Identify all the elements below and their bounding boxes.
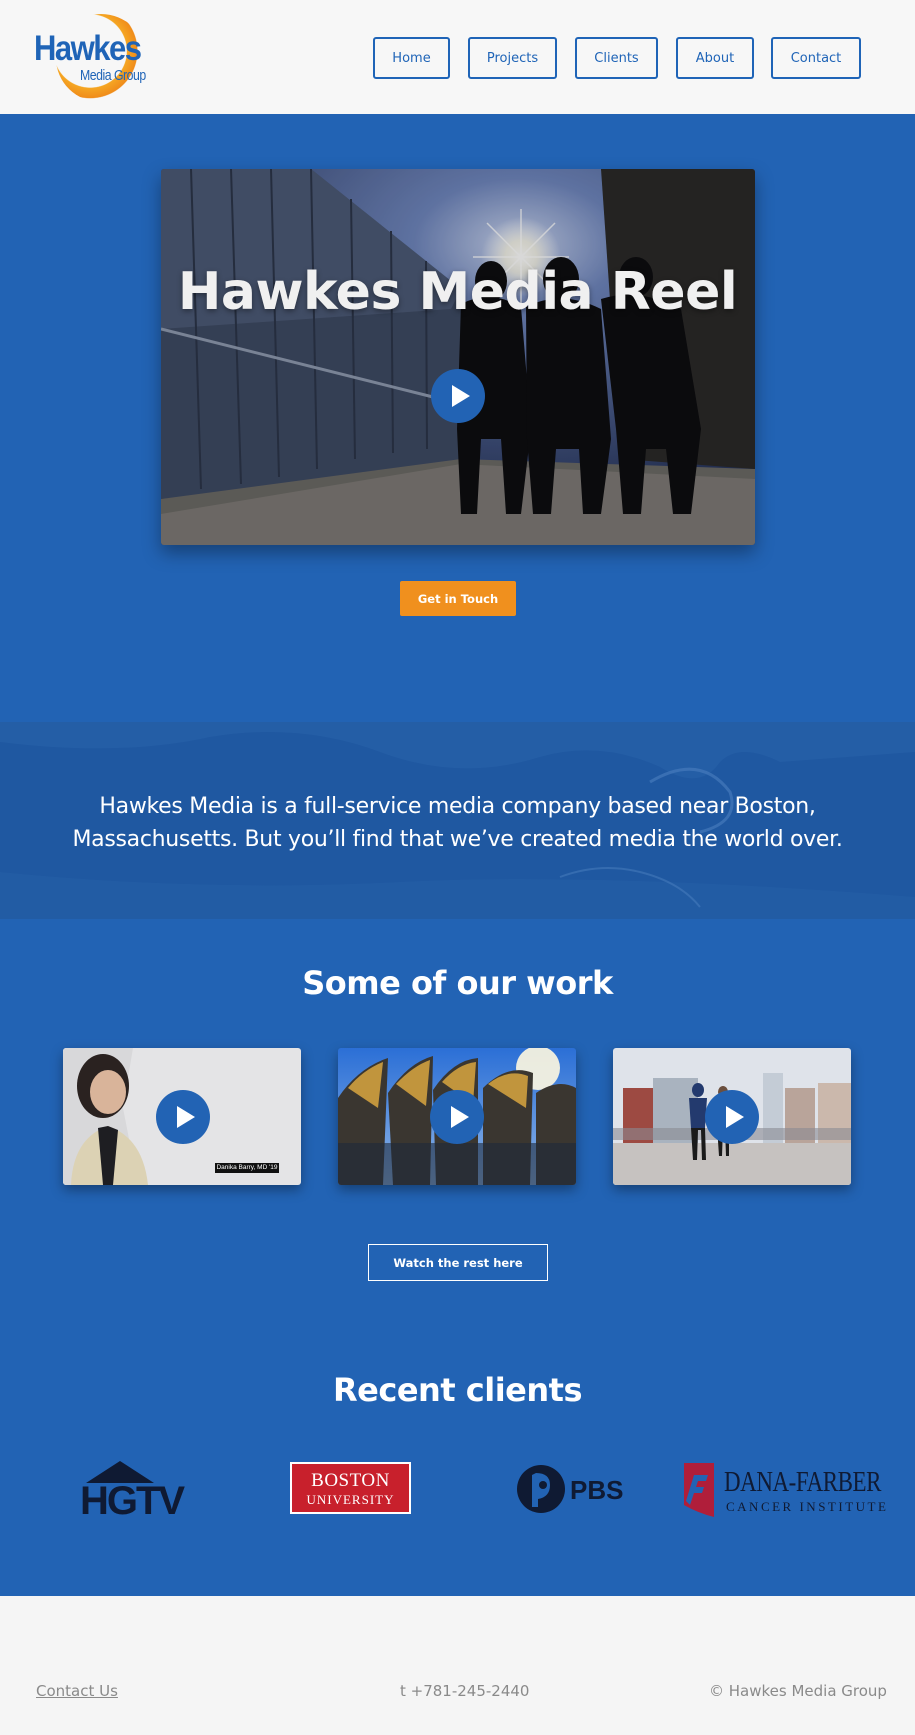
play-icon [451,385,470,407]
nav-contact[interactable]: Contact [771,37,861,79]
get-in-touch-button[interactable]: Get in Touch [400,581,516,616]
play-icon [176,1106,195,1128]
hawkes-logo[interactable]: Hawkes Media Group [34,12,146,102]
logo-subtext: Media Group [80,67,146,84]
nav-clients[interactable]: Clients [575,37,658,79]
logo-text: Hawkes [34,28,142,69]
dana-farber-emblem-icon [684,1463,714,1517]
nav-about[interactable]: About [676,37,754,79]
footer-contact-link[interactable]: Contact Us [36,1682,118,1700]
reel-play-button[interactable] [431,369,485,423]
footer-copyright: © Hawkes Media Group [709,1682,887,1700]
intro-line-1: Hawkes Media is a full-service media com… [99,794,816,819]
bu-logo-line2: UNIVERSITY [306,1492,395,1507]
dana-farber-logo-line2: CANCER INSTITUTE [726,1499,889,1514]
reel-video[interactable] [161,169,755,545]
play-icon [450,1106,469,1128]
reel-title: Hawkes Media Reel [177,262,738,322]
footer-phone: t +781-245-2440 [400,1682,530,1700]
client-logo-boston-university: BOSTON UNIVERSITY [290,1462,411,1514]
pbs-head-icon [517,1465,565,1513]
dana-farber-logo-line1: DANA-FARBER [724,1467,882,1498]
client-logo-hgtv: HGTV [80,1455,190,1523]
nav-projects[interactable]: Projects [468,37,557,79]
pbs-logo-text: PBS [570,1475,624,1505]
intro-line-2: Massachusetts. But you’ll find that we’v… [72,827,843,852]
site-header: Hawkes Media Group Home Projects Clients… [0,0,915,114]
reel-thumbnail-image [161,169,755,545]
site-footer [0,1596,915,1735]
watch-rest-button[interactable]: Watch the rest here [368,1244,548,1281]
work-play-button-3[interactable] [705,1090,759,1144]
client-logo-pbs: PBS [516,1455,623,1523]
nav-home[interactable]: Home [373,37,450,79]
hgtv-logo-text: HGTV [80,1479,185,1523]
client-logo-dana-farber: DANA-FARBER CANCER INSTITUTE [680,1455,886,1523]
clients-heading: Recent clients [333,1371,582,1409]
work-heading: Some of our work [302,964,613,1002]
work-play-button-1[interactable] [156,1090,210,1144]
play-icon [725,1106,744,1128]
thumb1-caption: Danika Barry, MD '19 [216,1164,278,1171]
intro-text: Hawkes Media is a full-service media com… [0,790,915,856]
work-play-button-2[interactable] [430,1090,484,1144]
bu-logo-line1: BOSTON [311,1470,390,1491]
